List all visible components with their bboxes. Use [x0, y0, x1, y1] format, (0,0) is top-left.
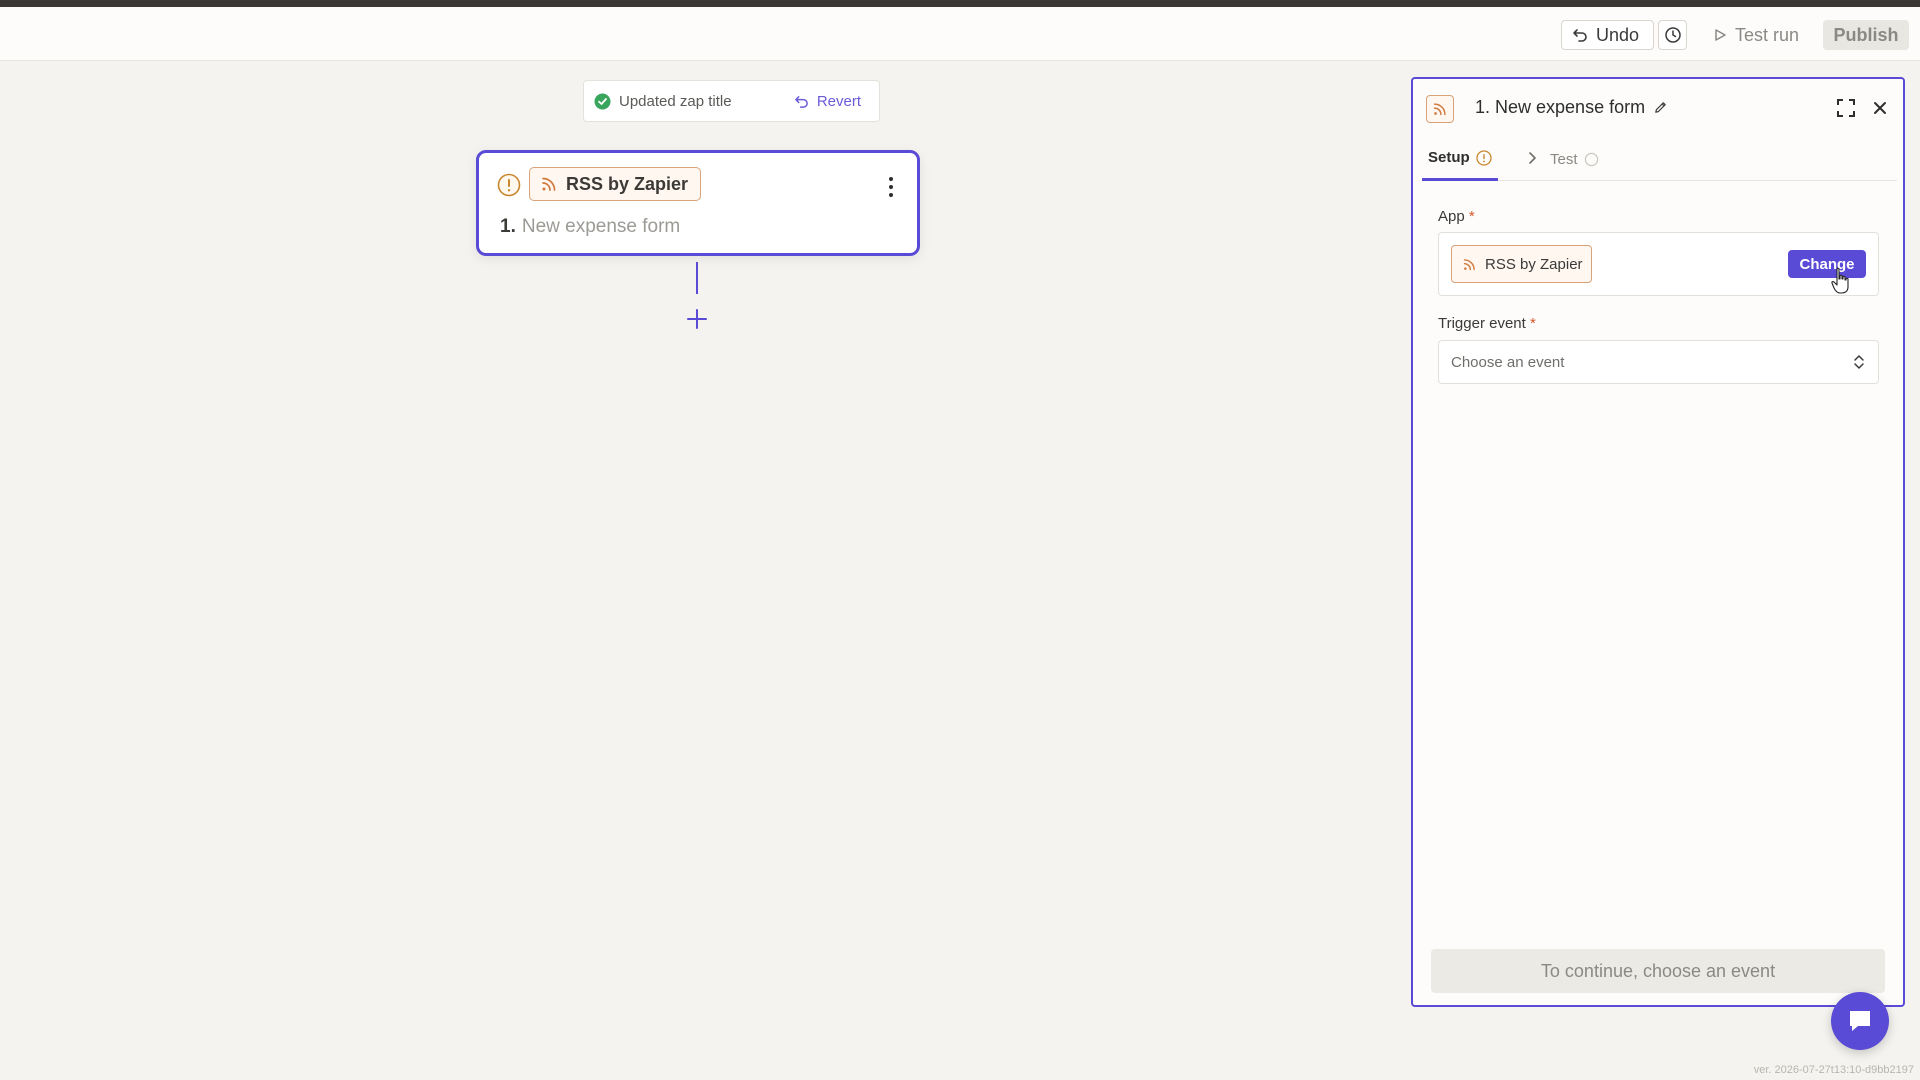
panel-title[interactable]: 1. New expense form — [1475, 97, 1668, 118]
tab-test-label: Test — [1550, 150, 1578, 168]
step-connector — [696, 262, 698, 294]
close-icon[interactable] — [1871, 99, 1889, 117]
rss-icon — [1463, 258, 1475, 270]
publish-button[interactable]: Publish — [1823, 20, 1909, 50]
tab-setup-label: Setup — [1428, 149, 1470, 166]
undo-label: Undo — [1596, 24, 1640, 45]
kebab-icon[interactable] — [887, 175, 895, 199]
trigger-event-placeholder: Choose an event — [1451, 353, 1565, 371]
status-circle-icon — [1584, 152, 1598, 166]
step-app-badge[interactable]: RSS by Zapier — [529, 167, 702, 201]
trigger-event-select[interactable]: Choose an event — [1438, 340, 1879, 384]
chevron-right-icon — [1529, 152, 1536, 164]
version-text: ver. 2026-07-27t13:10-d9bb2197 — [1753, 1064, 1914, 1076]
rss-icon — [1433, 103, 1446, 116]
panel-header: 1. New expense form — [1413, 79, 1903, 135]
mouse-cursor-icon — [1831, 267, 1849, 294]
chat-icon — [1850, 1011, 1870, 1031]
warning-icon — [1476, 149, 1492, 166]
step-name: New expense form — [521, 216, 681, 237]
plus-icon[interactable] — [684, 306, 710, 332]
publish-label: Publish — [1833, 24, 1899, 45]
app-field: RSS by Zapier Change — [1438, 232, 1879, 296]
panel-app-icon — [1426, 95, 1454, 123]
pencil-icon[interactable] — [1653, 100, 1668, 115]
app-field-label: App * — [1438, 208, 1475, 225]
rss-icon — [542, 177, 556, 191]
revert-icon — [794, 95, 808, 108]
continue-label: To continue, choose an event — [1540, 960, 1776, 981]
top-toolbar: Undo Test run Publish — [0, 7, 1920, 61]
toast-message: Updated zap title — [619, 92, 732, 110]
step-editor-panel: 1. New expense form Setup Test App * RSS… — [1411, 77, 1905, 1007]
selected-app-chip: RSS by Zapier — [1451, 245, 1592, 283]
revert-button[interactable]: Revert — [794, 93, 869, 110]
continue-button[interactable]: To continue, choose an event — [1431, 949, 1885, 993]
undo-button[interactable]: Undo — [1561, 20, 1654, 50]
selected-app-name: RSS by Zapier — [1485, 255, 1583, 273]
undo-icon — [1573, 29, 1587, 42]
expand-icon[interactable] — [1835, 97, 1857, 119]
required-mark: * — [1530, 315, 1536, 332]
test-run-button[interactable]: Test run — [1703, 20, 1818, 50]
select-arrows-icon — [1854, 355, 1864, 369]
toast-notification: Updated zap title Revert — [583, 80, 880, 122]
panel-title-text: 1. New expense form — [1475, 97, 1646, 117]
trigger-event-label: Trigger event * — [1438, 315, 1536, 332]
window-top-strip — [0, 0, 1920, 7]
test-run-label: Test run — [1735, 24, 1800, 45]
check-circle-icon — [594, 93, 611, 109]
change-app-button[interactable]: Change — [1788, 250, 1866, 278]
history-icon — [1664, 27, 1681, 43]
step-title: 1. New expense form — [500, 216, 680, 238]
chat-button[interactable] — [1831, 992, 1889, 1050]
revert-label: Revert — [816, 92, 861, 110]
history-button[interactable] — [1658, 20, 1687, 50]
step-app-name: RSS by Zapier — [566, 173, 689, 194]
tab-test[interactable]: Test — [1544, 137, 1605, 181]
step-number: 1. — [500, 216, 516, 237]
panel-tabs: Setup Test — [1422, 137, 1897, 181]
play-icon — [1715, 29, 1726, 41]
trigger-step-card[interactable]: RSS by Zapier 1. New expense form — [476, 150, 920, 256]
required-mark: * — [1468, 208, 1475, 225]
warning-icon — [497, 173, 521, 197]
tab-setup[interactable]: Setup — [1422, 137, 1498, 181]
